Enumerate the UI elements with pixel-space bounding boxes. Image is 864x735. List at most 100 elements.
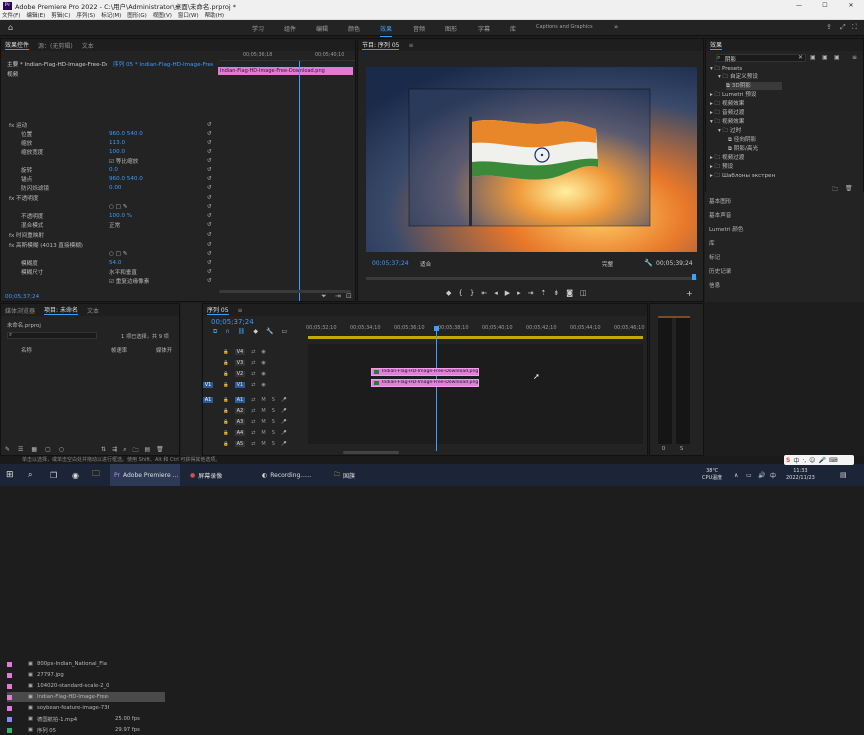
menu-help[interactable]: 帮助(H) [205,11,224,19]
eye-icon[interactable]: ◉ [261,360,265,366]
fit-dropdown[interactable]: 适合 [420,260,431,268]
sync-lock-icon[interactable]: ⇄ [251,430,255,436]
effect-row-value[interactable]: 水平和垂直 [109,268,137,276]
track-name[interactable]: V4 [234,349,246,355]
panel-essential-sound[interactable]: 基本声音 [709,211,731,219]
network-icon[interactable]: ▭ [746,464,752,486]
new-bin-icon[interactable]: 🗀 [132,446,138,456]
project-search-input[interactable] [7,332,97,339]
solo-button[interactable]: S [272,408,275,414]
project-item[interactable]: ▣ 104020-standard-scale-2_0 [7,681,165,691]
track-header[interactable]: V1 🔒 V1 ⇄ ◉ [203,380,305,390]
tab-sequence[interactable]: 序列 05 [207,305,229,315]
effect-row-value[interactable]: 100.0 % [109,213,132,219]
fullscreen-icon[interactable]: ⛶ [852,23,857,32]
reset-icon[interactable]: ↺ [207,195,212,201]
ws-assembly[interactable]: 组件 [284,24,296,33]
effect-row-value[interactable]: 0.0 [109,167,118,173]
menu-icon[interactable]: ≡ [408,42,413,49]
add-marker-icon[interactable]: ◆ [253,328,258,336]
solo-button[interactable]: S [272,430,275,436]
tab-text[interactable]: 文本 [82,41,94,50]
mute-button[interactable]: M [261,397,265,403]
ws-color[interactable]: 颜色 [348,24,360,33]
clear-search-icon[interactable]: ✕ [798,54,803,61]
accelerated-effects-icon[interactable]: ▣ [810,54,816,61]
sequence-clip-label[interactable]: 序列 05 * Indian-Flag-HD-Image-Free-Do... [113,59,213,68]
reset-icon[interactable]: ↺ [207,167,212,173]
find-icon[interactable]: ⌕ [123,446,126,456]
captions-icon[interactable]: ▭ [281,328,287,336]
panel-markers[interactable]: 标记 [709,253,720,261]
ws-audio[interactable]: 音频 [413,24,425,33]
solo-button[interactable]: S [272,397,275,403]
effect-row-value[interactable]: 正常 [109,221,120,229]
ws-captions[interactable]: 字幕 [478,24,490,33]
punctuation-icon[interactable]: ·, [802,457,806,464]
emoji-icon[interactable]: ☺ [809,457,815,464]
sync-lock-icon[interactable]: ⇄ [251,382,255,388]
track-name[interactable]: V2 [234,371,246,377]
effect-row-value[interactable]: 0.00 [109,185,121,191]
solo-button[interactable]: S [272,419,275,425]
ime-toolbar[interactable]: S 中 ·, ☺ 🎤 ⌨ [784,455,854,465]
add-button-icon[interactable]: + [686,289,693,298]
track-name[interactable]: V1 [234,382,246,388]
sync-lock-icon[interactable]: ⇄ [251,419,255,425]
reset-icon[interactable]: ↺ [207,242,212,248]
track-name[interactable]: A3 [234,419,246,425]
effect-row[interactable]: 缩放 113.0 ↺ [1,138,215,147]
freeform-view-icon[interactable]: ▢ [45,446,51,453]
reset-icon[interactable]: ↺ [207,131,212,137]
effect-row[interactable]: fx 时间重映射 ↺ [1,230,215,239]
sync-lock-icon[interactable]: ⇄ [251,371,255,377]
menu-window[interactable]: 窗口(W) [178,11,199,19]
32bit-effects-icon[interactable]: ▣ [822,54,828,61]
effect-row[interactable]: fx 高斯模糊 (4013 直接模糊) ↺ [1,240,215,249]
quality-dropdown[interactable]: 完整 [602,260,613,268]
mute-button[interactable]: M [261,408,265,414]
tab-program[interactable]: 节目: 序列 05 [362,40,400,50]
tab-project[interactable]: 项目: 未命名 [44,305,78,315]
track-header[interactable]: 🔒 A3 ⇄ M S 🎤 [203,417,305,427]
ws-editing[interactable]: 编辑 [316,24,328,33]
panel-libraries[interactable]: 库 [709,239,715,247]
menu-sequence[interactable]: 序列(S) [76,11,95,19]
sync-lock-icon[interactable]: ⇄ [251,408,255,414]
timeline-playhead[interactable] [436,326,437,451]
linked-selection-icon[interactable]: ⛓ [238,328,246,336]
track-name[interactable]: V3 [234,360,246,366]
eye-icon[interactable]: ◉ [261,382,265,388]
track-name[interactable]: A4 [234,430,246,436]
menu-edit[interactable]: 编辑(E) [26,11,45,19]
track-header[interactable]: 🔒 V2 ⇄ ◉ [203,369,305,379]
ws-graphics[interactable]: 图形 [445,24,457,33]
effect-row-value[interactable]: ☑ 等比缩放 [109,157,138,165]
project-item[interactable]: ▣ soybean-feature-image-736 [7,703,165,713]
reset-icon[interactable]: ↺ [207,222,212,228]
eye-icon[interactable]: ◉ [261,349,265,355]
fx-audio-transitions[interactable]: ▸ 🗀 音频过渡 [710,109,744,117]
program-video-frame[interactable] [366,67,697,252]
lock-icon[interactable]: 🔒 [223,398,229,403]
sync-lock-icon[interactable]: ⇄ [251,397,255,403]
effect-row[interactable]: 模糊度 54.0 ↺ [1,258,215,267]
lock-icon[interactable]: 🔒 [223,372,229,377]
lock-icon[interactable]: 🔒 [223,361,229,366]
fx-video-transitions[interactable]: ▸ 🗀 视频过渡 [710,154,744,162]
fx-shadow-highlight[interactable]: ⧉ 阴影/高光 [728,145,758,153]
reset-icon[interactable]: ↺ [207,176,212,182]
fx-audio-effects[interactable]: ▸ 🗀 视频效果 [710,100,744,108]
go-to-in-icon[interactable]: ⇤ [481,289,487,297]
extract-icon[interactable]: ⇟ [553,289,559,297]
source-patch-toggle[interactable]: V1 [203,382,213,388]
export-clip-icon[interactable]: ⇥ [335,292,341,300]
mic-icon[interactable]: 🎤 [281,420,287,425]
project-item[interactable]: ▣ 27797.jpg [7,670,165,680]
fx-presets[interactable]: ▾ 🗀 Presets [710,65,742,73]
lock-icon[interactable]: 🔒 [223,383,229,388]
effect-row[interactable]: 模糊尺寸 水平和垂直 ↺ [1,267,215,276]
solo-button[interactable]: S [272,441,275,447]
ec-timecode[interactable]: 00;05;37;24 [5,294,39,300]
nest-icon[interactable]: ⧉ [213,328,217,336]
